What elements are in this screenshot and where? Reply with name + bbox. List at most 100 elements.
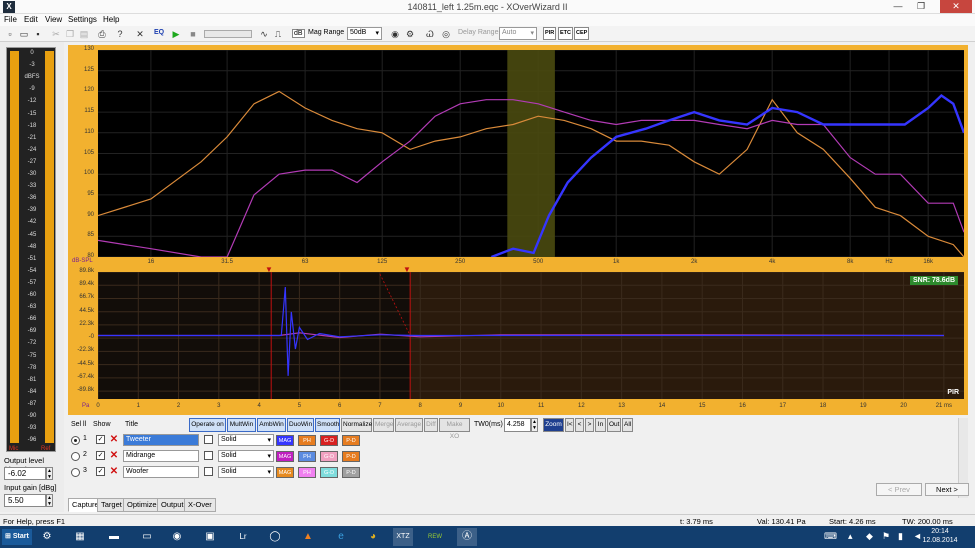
ph-button[interactable]: PH: [298, 435, 316, 446]
trace-select-radio[interactable]: [71, 452, 80, 461]
chrome-icon[interactable]: ◕: [363, 528, 383, 546]
input-gain-spinner[interactable]: ▲ ▼: [46, 494, 53, 507]
menu-view[interactable]: View: [45, 15, 62, 24]
mag-button[interactable]: MAG: [276, 451, 294, 462]
new-file-icon[interactable]: ▫: [4, 28, 16, 40]
pd-button[interactable]: P-D: [342, 467, 360, 478]
trace-show-checkbox[interactable]: ✓: [96, 451, 105, 460]
mag-range-select[interactable]: 50dB ▾: [347, 27, 382, 40]
magnitude-plot[interactable]: [97, 49, 966, 259]
trace-title-input[interactable]: Tweeter: [123, 434, 199, 446]
delay-range-select[interactable]: Auto ▾: [499, 27, 537, 40]
average-button[interactable]: Average: [395, 418, 423, 432]
maximize-button[interactable]: ❐: [910, 0, 932, 13]
operate-on-button[interactable]: Operate on: [189, 418, 226, 432]
menu-edit[interactable]: Edit: [24, 15, 38, 24]
eye-icon[interactable]: ◉: [389, 28, 401, 40]
output-level-spinner[interactable]: ▲ ▼: [46, 467, 53, 480]
wave-icon[interactable]: ∿: [258, 28, 270, 40]
dropbox-icon[interactable]: ◆: [866, 531, 873, 542]
trace-show-checkbox[interactable]: ✓: [96, 435, 105, 444]
clock-date[interactable]: 12.08.2014: [920, 537, 960, 544]
ph-button[interactable]: PH: [298, 467, 316, 478]
pd-button[interactable]: P-D: [342, 451, 360, 462]
next-button[interactable]: Next >: [925, 483, 969, 496]
store-app-icon[interactable]: ▣: [200, 528, 220, 546]
zoom-first-button[interactable]: I<: [565, 418, 574, 432]
save-icon[interactable]: ▪: [32, 28, 44, 40]
make-xo-button[interactable]: Make XO: [439, 418, 470, 440]
zoom-all-button[interactable]: All: [622, 418, 633, 432]
flag-icon[interactable]: ⚑: [882, 531, 890, 542]
file-explorer-icon[interactable]: ▬: [104, 528, 124, 546]
mag-button[interactable]: MAG: [276, 435, 294, 446]
db-button[interactable]: dB: [292, 29, 305, 38]
vlc-icon[interactable]: ▲: [298, 528, 318, 546]
rew-icon[interactable]: REW: [425, 528, 445, 546]
tab-output[interactable]: Output: [157, 498, 188, 512]
trace-title-input[interactable]: Woofer: [123, 466, 199, 478]
smooth-button[interactable]: Smooth: [315, 418, 340, 432]
impulse-plot[interactable]: SNR: 78.6dB PIR: [97, 271, 964, 399]
xoverwizard-taskbar-icon[interactable]: XTZ: [393, 528, 413, 546]
zoom-in-button[interactable]: In: [595, 418, 606, 432]
tw-input[interactable]: 4.258: [504, 418, 531, 432]
trace-select-radio[interactable]: [71, 436, 80, 445]
minimize-button[interactable]: —: [887, 0, 909, 13]
trace-title-input[interactable]: Midrange: [123, 450, 199, 462]
mag-button[interactable]: MAG: [276, 467, 294, 478]
delete-trace-icon[interactable]: ✕: [109, 451, 119, 461]
trace-style-select[interactable]: Solid ▾: [218, 466, 274, 478]
ph-button[interactable]: PH: [298, 451, 316, 462]
diff-button[interactable]: Diff: [424, 418, 438, 432]
menu-file[interactable]: File: [4, 15, 17, 24]
zoom-prev-button[interactable]: <: [575, 418, 584, 432]
tab-x-over[interactable]: X-Over: [184, 498, 216, 512]
cut-icon[interactable]: ✂: [50, 28, 62, 40]
gd-button[interactable]: G-D: [320, 467, 338, 478]
etc-button[interactable]: ETC: [558, 27, 573, 40]
multwin-button[interactable]: MultWin: [227, 418, 256, 432]
settings-icon[interactable]: ⚙: [404, 28, 416, 40]
step-icon[interactable]: ⎍: [272, 28, 284, 40]
output-level-input[interactable]: -6.02: [4, 467, 46, 480]
stop-icon[interactable]: ■: [187, 28, 199, 40]
open-folder-icon[interactable]: ▭: [18, 28, 30, 40]
trace-style-select[interactable]: Solid ▾: [218, 434, 274, 446]
window-end-marker-icon[interactable]: ▼: [403, 265, 411, 274]
paste-icon[interactable]: ▤: [78, 28, 90, 40]
prev-button[interactable]: < Prev: [876, 483, 922, 496]
menu-help[interactable]: Help: [103, 15, 119, 24]
notes-app-icon[interactable]: ▭: [137, 528, 157, 546]
keyboard-icon[interactable]: ⌨: [824, 531, 837, 542]
delete-trace-icon[interactable]: ✕: [109, 435, 119, 445]
pd-button[interactable]: P-D: [342, 435, 360, 446]
trace-option-checkbox[interactable]: [204, 435, 213, 444]
trace-style-select[interactable]: Solid ▾: [218, 450, 274, 462]
trace-show-checkbox[interactable]: ✓: [96, 467, 105, 476]
normalize-button[interactable]: Normalize: [341, 418, 372, 432]
trace-select-radio[interactable]: [71, 468, 80, 477]
eye-alt-icon[interactable]: ◎: [440, 28, 452, 40]
merge-button[interactable]: Merge: [373, 418, 394, 432]
gd-button[interactable]: G-D: [320, 435, 338, 446]
zoom-out-button[interactable]: Out: [607, 418, 621, 432]
mute-icon[interactable]: ✕: [134, 28, 146, 40]
help-pointer-icon[interactable]: ?: [114, 28, 126, 40]
trace-option-checkbox[interactable]: [204, 451, 213, 460]
show-hidden-icons-icon[interactable]: ▴: [848, 531, 853, 542]
internet-explorer-icon[interactable]: e: [331, 528, 351, 546]
start-button[interactable]: ⊞ Start: [2, 529, 32, 545]
tab-target[interactable]: Target: [97, 498, 126, 512]
ambwin-button[interactable]: AmbWin: [257, 418, 286, 432]
app-icon-2[interactable]: ▦: [70, 528, 90, 546]
window-start-marker-icon[interactable]: ▼: [265, 265, 273, 274]
lightroom-icon[interactable]: Lr: [233, 528, 253, 546]
trace-option-checkbox[interactable]: [204, 467, 213, 476]
xa-app-icon[interactable]: Ⓐ: [457, 528, 477, 546]
input-gain-input[interactable]: 5.50: [4, 494, 46, 507]
duowin-button[interactable]: DuoWin: [287, 418, 314, 432]
close-button[interactable]: ✕: [940, 0, 972, 13]
zoom-next-button[interactable]: >: [585, 418, 594, 432]
play-icon[interactable]: ▶: [170, 28, 182, 40]
